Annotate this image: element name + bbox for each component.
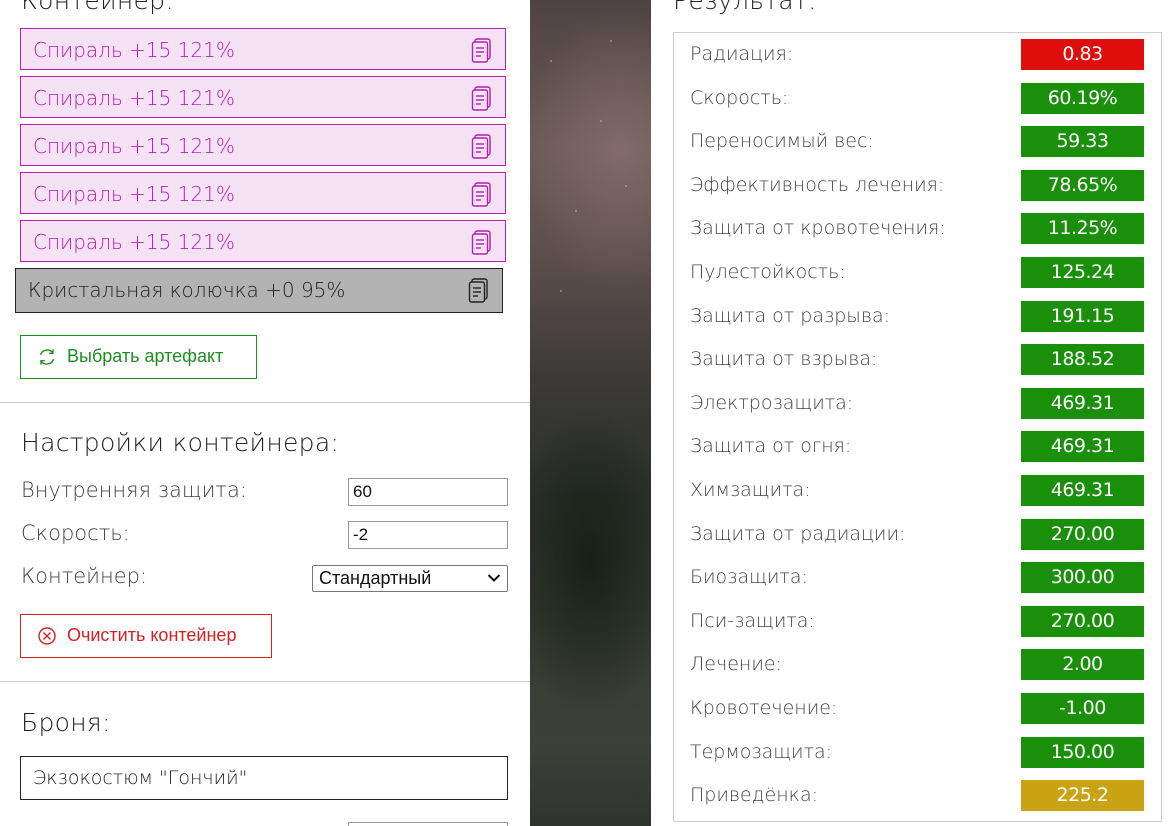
result-label: Пси-защита: xyxy=(690,609,815,632)
result-row: Кровотечение: -1.00 xyxy=(674,687,1163,731)
container-type-label: Контейнер: xyxy=(21,564,148,588)
result-row: Радиация: 0.83 xyxy=(674,33,1163,77)
result-value-badge: 270.00 xyxy=(1021,605,1144,637)
result-row: Защита от огня: 469.31 xyxy=(674,425,1163,469)
artifact-name: Спираль +15 121% xyxy=(33,38,235,62)
artifact-name: Спираль +15 121% xyxy=(33,134,235,158)
close-circle-icon xyxy=(38,627,56,645)
artifact-name: Спираль +15 121% xyxy=(33,230,235,254)
results-table: Радиация: 0.83 Скорость: 60.19% Переносимый … xyxy=(673,32,1162,822)
result-row: Пулестойкость: 125.24 xyxy=(674,251,1163,295)
result-value-badge: 2.00 xyxy=(1021,649,1144,681)
result-value-badge: 188.52 xyxy=(1021,344,1144,376)
result-label: Приведёнка: xyxy=(690,784,818,807)
result-value-badge: 469.31 xyxy=(1021,431,1144,463)
result-row: Приведёнка: 225.2 xyxy=(674,774,1163,818)
result-value-badge: 469.31 xyxy=(1021,387,1144,419)
artifact-name: Спираль +15 121% xyxy=(33,182,235,206)
result-row: Термозащита: 150.00 xyxy=(674,731,1163,775)
internal-protection-input[interactable]: 60 xyxy=(348,478,508,506)
armor-title: Броня: xyxy=(21,708,111,737)
result-value-badge: 0.83 xyxy=(1021,39,1144,70)
result-label: Защита от радиации: xyxy=(690,522,906,545)
container-title: Контейнер: xyxy=(21,0,175,15)
right-panel: Результат: Радиация: 0.83 Скорость: 60.19% П… xyxy=(651,0,1171,826)
result-label: Переносимый вес: xyxy=(690,130,874,153)
speed-input[interactable]: -2 xyxy=(348,521,508,549)
result-label: Термозащита: xyxy=(690,740,833,763)
internal-protection-label: Внутренняя защита: xyxy=(21,478,247,502)
result-label: Защита от разрыва: xyxy=(690,304,891,327)
armor-select[interactable]: Экзокостюм "Гончий" xyxy=(20,756,508,800)
result-row: Защита от кровотечения: 11.25% xyxy=(674,207,1163,251)
result-label: Скорость: xyxy=(690,86,789,109)
document-icon[interactable] xyxy=(471,230,493,256)
results-title: Результат: xyxy=(673,0,817,15)
result-row: Лечение: 2.00 xyxy=(674,643,1163,687)
result-label: Биозащита: xyxy=(690,566,808,589)
result-row: Скорость: 60.19% xyxy=(674,77,1163,121)
artifact-slot[interactable]: Спираль +15 121% xyxy=(20,76,506,118)
document-icon[interactable] xyxy=(471,38,493,64)
artifact-slot[interactable]: Спираль +15 121% xyxy=(20,124,506,166)
chevron-down-icon xyxy=(487,574,501,582)
result-value-badge: 300.00 xyxy=(1021,562,1144,594)
result-row: Электрозащита: 469.31 xyxy=(674,382,1163,426)
container-type-select[interactable]: Стандартный xyxy=(312,565,508,592)
result-value-badge: -1.00 xyxy=(1021,693,1144,724)
armor-option-input[interactable] xyxy=(348,822,508,826)
result-row: Биозащита: 300.00 xyxy=(674,556,1163,600)
clear-container-button[interactable]: Очистить контейнер xyxy=(20,614,272,658)
artifact-slot[interactable]: Спираль +15 121% xyxy=(20,28,506,70)
divider xyxy=(0,402,530,403)
document-icon[interactable] xyxy=(471,86,493,112)
result-label: Защита от взрыва: xyxy=(690,348,878,371)
result-label: Эффективность лечения: xyxy=(690,173,945,196)
result-value-badge: 78.65% xyxy=(1021,169,1144,201)
result-value-badge: 11.25% xyxy=(1021,213,1144,245)
clear-container-label: Очистить контейнер xyxy=(67,625,237,645)
result-value-badge: 191.15 xyxy=(1021,300,1144,332)
speed-label: Скорость: xyxy=(21,521,130,545)
artifact-name: Кристальная колючка +0 95% xyxy=(28,278,346,302)
background-image xyxy=(530,0,651,826)
result-label: Защита от огня: xyxy=(690,435,852,458)
result-label: Электрозащита: xyxy=(690,391,854,414)
result-value-badge: 59.33 xyxy=(1021,126,1144,158)
result-value-badge: 270.00 xyxy=(1021,518,1144,550)
result-row: Защита от радиации: 270.00 xyxy=(674,513,1163,557)
result-value-badge: 60.19% xyxy=(1021,82,1144,114)
result-row: Защита от взрыва: 188.52 xyxy=(674,338,1163,382)
document-icon[interactable] xyxy=(471,134,493,160)
result-value-badge: 469.31 xyxy=(1021,475,1144,506)
result-label: Лечение: xyxy=(690,653,782,676)
refresh-icon xyxy=(39,349,55,365)
artifact-slot[interactable]: Спираль +15 121% xyxy=(20,172,506,214)
result-label: Кровотечение: xyxy=(690,697,838,719)
result-row: Переносимый вес: 59.33 xyxy=(674,120,1163,164)
result-value-badge: 125.24 xyxy=(1021,257,1144,288)
document-icon[interactable] xyxy=(471,182,493,208)
armor-value: Экзокостюм "Гончий" xyxy=(33,767,248,789)
container-type-value: Стандартный xyxy=(319,568,432,588)
result-row: Химзащита: 469.31 xyxy=(674,469,1163,513)
result-label: Химзащита: xyxy=(690,479,811,501)
result-row: Защита от разрыва: 191.15 xyxy=(674,295,1163,339)
artifact-name: Спираль +15 121% xyxy=(33,86,235,110)
result-value-badge: 225.2 xyxy=(1021,780,1144,812)
choose-artifact-label: Выбрать артефакт xyxy=(67,346,224,366)
result-row: Эффективность лечения: 78.65% xyxy=(674,164,1163,208)
result-label: Радиация: xyxy=(690,43,794,65)
left-panel: Контейнер: Спираль +15 121% Спираль +15 … xyxy=(0,0,530,826)
choose-artifact-button[interactable]: Выбрать артефакт xyxy=(20,335,257,379)
document-icon[interactable] xyxy=(468,278,490,304)
result-row: Пси-защита: 270.00 xyxy=(674,600,1163,644)
divider xyxy=(0,681,530,682)
result-value-badge: 150.00 xyxy=(1021,736,1144,768)
result-label: Защита от кровотечения: xyxy=(690,217,946,240)
settings-title: Настройки контейнера: xyxy=(21,428,340,457)
result-label: Пулестойкость: xyxy=(690,261,846,283)
artifact-slot[interactable]: Кристальная колючка +0 95% xyxy=(15,268,503,313)
artifact-slot[interactable]: Спираль +15 121% xyxy=(20,220,506,262)
